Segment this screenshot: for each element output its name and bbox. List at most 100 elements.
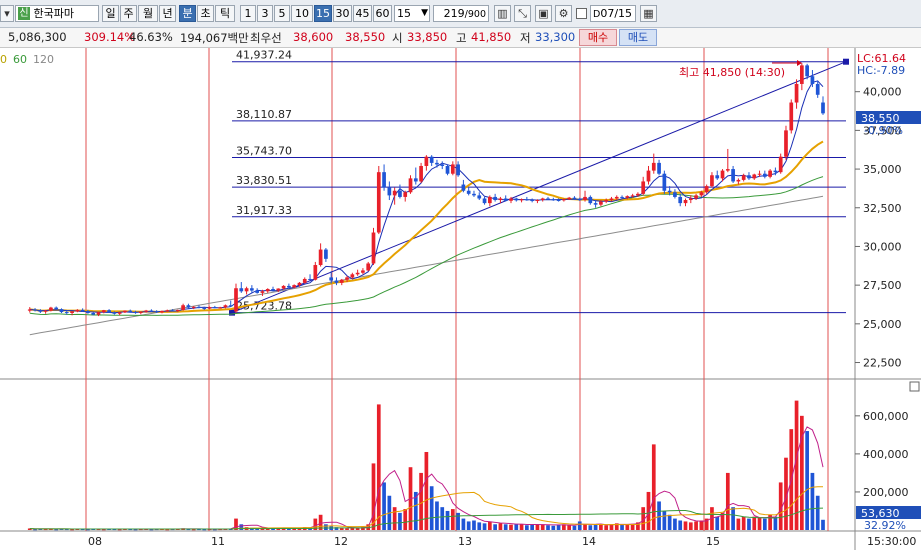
- interval-button-5[interactable]: 5: [274, 5, 290, 22]
- period-month-button[interactable]: 월: [138, 5, 158, 22]
- period-tick-button[interactable]: 틱: [215, 5, 235, 22]
- volume-bar: [725, 472, 730, 530]
- candle-body: [456, 164, 460, 176]
- time-tick-label: 12: [334, 535, 348, 548]
- candle-body: [271, 289, 275, 291]
- period-year-button[interactable]: 년: [159, 5, 176, 22]
- volume-bar: [715, 516, 720, 530]
- price-tick-label: 35,000: [863, 163, 902, 176]
- interval-select-value: 15: [397, 7, 411, 20]
- date-checkbox[interactable]: [576, 8, 587, 19]
- candle-body: [101, 310, 106, 313]
- volume-pane-toggle[interactable]: [909, 381, 920, 392]
- candle-body: [313, 265, 318, 280]
- candle-body: [678, 196, 683, 204]
- period-week-button[interactable]: 주: [120, 5, 137, 22]
- candle-body: [43, 310, 48, 312]
- chevron-down-icon: ▼: [421, 8, 428, 18]
- trendline-handle-start: [229, 309, 235, 316]
- count-field[interactable]: 219/900: [433, 5, 489, 22]
- fib-level-label: 38,110.87: [236, 108, 292, 121]
- volume-bar: [461, 518, 466, 530]
- chart-toolbar: ▾ 신 한국파마 일 주 월 년 분 초 틱 1 3 5 10 15 30 45…: [0, 0, 921, 28]
- period-day-button[interactable]: 일: [102, 5, 119, 22]
- period-second-button[interactable]: 초: [197, 5, 214, 22]
- interval-button-1[interactable]: 1: [240, 5, 256, 22]
- candle-body: [398, 190, 402, 197]
- candle-body: [128, 310, 133, 313]
- candle-body: [789, 102, 794, 131]
- save-icon[interactable]: ▣: [535, 5, 552, 22]
- volume-bar: [493, 524, 497, 530]
- candle-body: [757, 173, 762, 175]
- candle-body: [197, 306, 201, 309]
- menu-dropdown-icon[interactable]: ▾: [0, 5, 14, 22]
- interval-button-45[interactable]: 45: [353, 5, 372, 22]
- hc-label: HC:-7.89: [857, 64, 905, 77]
- candle-body: [302, 278, 307, 283]
- sell-button[interactable]: 매도: [619, 29, 657, 46]
- time-tick-label: 11: [211, 535, 225, 548]
- candle-body: [234, 288, 238, 312]
- volume-bar: [757, 517, 762, 530]
- open-price: 33,850: [407, 30, 448, 44]
- price-info-bar: 5,086,300 309.14% 46.63% 194,067백만 최우선 3…: [0, 28, 921, 48]
- volume-bar: [815, 495, 820, 530]
- candle-body: [699, 192, 704, 196]
- ask-price: 38,600: [293, 30, 334, 44]
- period-minute-button[interactable]: 분: [179, 5, 196, 22]
- candle-style-icon[interactable]: ▥: [494, 5, 511, 22]
- date-field[interactable]: D07/15: [590, 5, 636, 22]
- candle-body: [768, 170, 772, 177]
- low-label: 저: [520, 31, 531, 45]
- bid-price: 38,550: [345, 30, 386, 44]
- interval-button-10[interactable]: 10: [291, 5, 313, 22]
- candle-body: [212, 307, 217, 309]
- volume-bar: [403, 509, 408, 530]
- candle-body: [186, 305, 191, 308]
- buy-button[interactable]: 매수: [579, 29, 617, 46]
- volume-bar: [239, 524, 244, 530]
- candle-body: [472, 193, 476, 196]
- candle-body: [91, 313, 96, 315]
- candle-body: [308, 278, 312, 280]
- candle-body: [762, 173, 767, 177]
- draw-line-icon[interactable]: ⤡: [514, 5, 531, 22]
- interval-select[interactable]: 15 ▼: [394, 5, 430, 22]
- volume-bar: [456, 512, 460, 530]
- volume-bar: [392, 507, 397, 530]
- interval-button-3[interactable]: 3: [257, 5, 273, 22]
- stock-name-field[interactable]: 신 한국파마: [15, 5, 99, 22]
- candle-body: [292, 285, 297, 288]
- candle-body: [498, 198, 503, 201]
- volume-bar: [773, 516, 778, 530]
- calendar-icon[interactable]: ▦: [640, 5, 657, 22]
- volume-bar: [810, 472, 815, 530]
- time-tick-label: 14: [582, 535, 596, 548]
- candle-body: [408, 178, 413, 193]
- interval-button-60[interactable]: 60: [373, 5, 392, 22]
- candle-body: [810, 76, 815, 84]
- volume-bar: [551, 525, 556, 530]
- candle-body: [144, 310, 148, 312]
- interval-button-30[interactable]: 30: [333, 5, 352, 22]
- volume-bar: [657, 501, 661, 530]
- candle-body: [318, 249, 323, 266]
- candle-body: [339, 279, 344, 283]
- candle-body: [646, 170, 651, 182]
- candle-body: [334, 280, 339, 283]
- volume-bar: [583, 524, 587, 530]
- volume-bar: [556, 524, 561, 530]
- candle-body: [64, 312, 69, 314]
- interval-button-15[interactable]: 15: [314, 5, 332, 22]
- price-tick-label: 30,000: [863, 240, 902, 253]
- candle-body: [175, 309, 180, 311]
- gear-icon[interactable]: ⚙: [555, 5, 572, 22]
- time-tick-label: 08: [88, 535, 102, 548]
- volume-bar: [540, 524, 545, 530]
- candle-body: [96, 312, 101, 315]
- price-tick-label: 27,500: [863, 279, 902, 292]
- candle-body: [736, 179, 741, 182]
- volume-bar: [382, 482, 386, 530]
- high-annotation: 최고 41,850 (14:30): [679, 66, 785, 79]
